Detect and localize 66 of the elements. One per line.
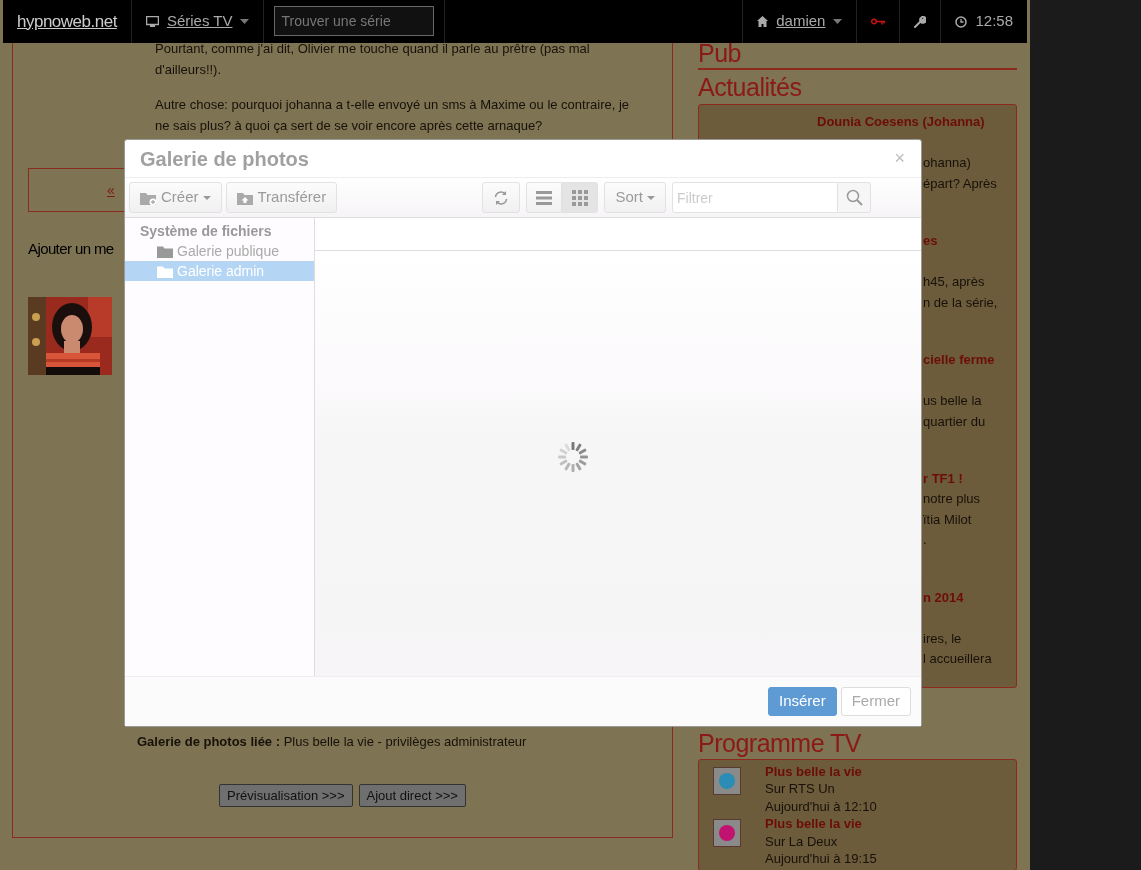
upload-folder-icon: [236, 190, 254, 205]
news-text: us belle la: [923, 393, 982, 408]
folder-plus-icon: [140, 190, 157, 205]
list-view-button[interactable]: [526, 182, 563, 213]
news-text: quartier du: [923, 413, 986, 429]
grid-view-button[interactable]: [562, 182, 599, 213]
show-title-link[interactable]: Plus belle la vie: [765, 762, 877, 780]
previous-page-link[interactable]: «: [107, 179, 115, 201]
close-button[interactable]: ×: [890, 145, 909, 172]
news-text: ires, le: [923, 630, 962, 646]
comment-text: Autre chose: pourquoi johanna a t-elle envoyé un sms à Maxime ou le contraire, je ne sais plus? à quoi ça sert de se voir encore après cette arnaque?: [155, 96, 631, 135]
key-icon: [871, 18, 886, 25]
dialog-title: Galerie de photos: [140, 146, 309, 172]
news-title-link[interactable]: n 2014: [923, 589, 964, 605]
news-text: n de la série,: [923, 294, 998, 310]
submit-button[interactable]: Ajout direct >>>: [358, 783, 466, 807]
tree-root-label: Système de fichiers: [139, 222, 273, 241]
list-icon: [536, 190, 553, 205]
submit-button[interactable]: Prévisualisation >>>: [219, 783, 353, 807]
user-menu[interactable]: damien: [742, 0, 857, 43]
clock-icon: [955, 15, 968, 28]
folder-icon: [157, 244, 173, 258]
section-heading: Programme TV: [698, 730, 863, 758]
news-text: h45, après: [923, 274, 985, 289]
show-title-link[interactable]: Plus belle la vie: [765, 815, 877, 833]
news-text: épart? Après: [923, 175, 997, 191]
folder-icon: [157, 264, 173, 278]
grid-icon: [572, 189, 589, 206]
sort-menu-button[interactable]: Sort: [604, 182, 666, 213]
caret-icon: [240, 19, 250, 24]
comment-text: Pourtant, comme j'ai dit, Olivier me touche quand il parle au prêtre (pas mal d'ailleurs!!).: [155, 40, 591, 79]
airtime-text: Aujourd'hui à 19:15: [765, 850, 877, 868]
series-menu[interactable]: Séries TV: [131, 0, 265, 43]
news-text: .: [923, 532, 927, 547]
folder-tree-item[interactable]: Galerie admin: [125, 261, 314, 281]
refresh-button[interactable]: [482, 182, 521, 213]
caret-icon: [833, 19, 843, 24]
search-field[interactable]: Trouver une série: [274, 6, 435, 36]
section-heading: Actualités: [698, 73, 803, 101]
refresh-icon: [493, 189, 510, 206]
channel-text: Sur La Deux: [765, 832, 839, 850]
linked-gallery-text: Galerie de photos liée : Plus belle la vie - privilèges administrateur: [137, 733, 528, 751]
home-icon: [757, 16, 769, 27]
section-heading: Ajouter un me: [28, 239, 114, 259]
news-title-link[interactable]: es: [923, 233, 938, 248]
monitor-icon: [145, 16, 159, 27]
news-title-link[interactable]: cielle ferme: [923, 352, 995, 367]
section-heading: Pub: [698, 40, 1017, 70]
search-icon: [845, 189, 863, 206]
upload-button[interactable]: Transférer: [225, 182, 338, 213]
news-text: notre plus: [923, 491, 981, 506]
news-text: l accueillera: [923, 651, 992, 666]
search-button[interactable]: [838, 182, 871, 213]
folder-tree-item[interactable]: Galerie publique: [125, 241, 314, 261]
channel-text: Sur RTS Un: [765, 780, 836, 798]
caret-icon: [202, 195, 211, 200]
news-title-link[interactable]: r TF1 !: [923, 471, 963, 486]
news-text: ohanna): [923, 155, 971, 170]
site-logo-link[interactable]: hypnoweb.net: [3, 0, 132, 43]
news-title-link[interactable]: Dounia Coesens (Johanna): [817, 114, 985, 129]
close-dialog-button[interactable]: Fermer: [840, 687, 911, 716]
news-text: ïtia Milot: [923, 511, 972, 527]
create-menu-button[interactable]: Créer: [129, 182, 222, 213]
airtime-text: Aujourd'hui à 12:10: [765, 797, 877, 815]
clock-time: 12:58: [975, 11, 1013, 32]
caret-icon: [647, 195, 655, 200]
